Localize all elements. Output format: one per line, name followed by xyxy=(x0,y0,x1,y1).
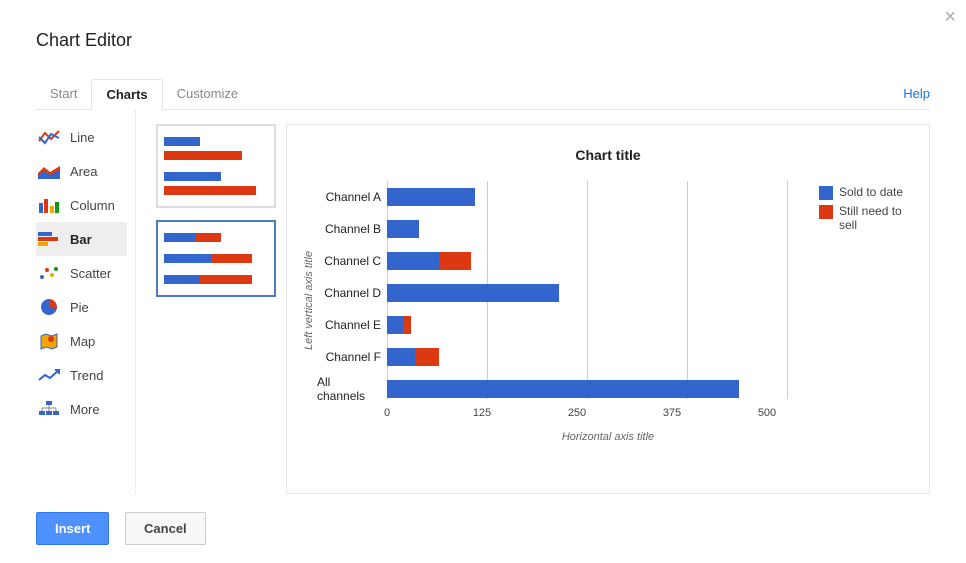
line-icon xyxy=(38,127,60,147)
bar-segment xyxy=(387,252,439,270)
chart-title: Chart title xyxy=(301,147,915,163)
category-label: All channels xyxy=(317,373,387,405)
dialog-title: Chart Editor xyxy=(36,30,930,51)
column-icon xyxy=(38,195,60,215)
sidebar-item-pie[interactable]: Pie xyxy=(36,290,127,324)
bar-row xyxy=(387,181,787,213)
sidebar-item-label: Map xyxy=(70,334,95,349)
sidebar-item-label: Line xyxy=(70,130,95,145)
category-label: Channel C xyxy=(317,245,387,277)
bar-row xyxy=(387,213,787,245)
bar-row xyxy=(387,309,787,341)
chart-legend: Sold to date Still need to sell xyxy=(819,185,919,236)
bar-segment xyxy=(387,220,419,238)
sidebar-item-label: More xyxy=(70,402,100,417)
bar-variant-stacked[interactable] xyxy=(156,220,276,297)
tab-customize[interactable]: Customize xyxy=(163,79,252,109)
category-label: Channel E xyxy=(317,309,387,341)
bar-segment xyxy=(387,348,415,366)
chart-type-sidebar: Line Area Column Bar Scatter Pie Map Tr xyxy=(36,110,136,494)
category-label: Channel A xyxy=(317,181,387,213)
bar-row xyxy=(387,373,787,405)
area-icon xyxy=(38,161,60,181)
bar-row xyxy=(387,341,787,373)
category-label: Channel D xyxy=(317,277,387,309)
legend-swatch-icon xyxy=(819,205,833,219)
x-tick-label: 375 xyxy=(652,407,692,419)
cancel-button[interactable]: Cancel xyxy=(125,512,206,545)
bar-segment xyxy=(403,316,411,334)
bar-segment xyxy=(387,380,739,398)
legend-item: Still need to sell xyxy=(819,204,919,232)
pie-icon xyxy=(38,297,60,317)
more-icon xyxy=(38,399,60,419)
y-axis-title: Left vertical axis title xyxy=(301,181,317,419)
sidebar-item-label: Column xyxy=(70,198,115,213)
bar-icon xyxy=(38,229,60,249)
category-label: Channel F xyxy=(317,341,387,373)
sidebar-item-label: Trend xyxy=(70,368,103,383)
chart-variant-thumbs xyxy=(136,110,286,494)
bar-segment xyxy=(415,348,439,366)
sidebar-item-area[interactable]: Area xyxy=(36,154,127,188)
y-axis-labels: Channel A Channel B Channel C Channel D … xyxy=(317,181,387,419)
tab-start[interactable]: Start xyxy=(36,79,91,109)
sidebar-item-more[interactable]: More xyxy=(36,392,127,426)
tab-bar: Start Charts Customize Help xyxy=(36,79,930,110)
x-tick-label: 500 xyxy=(747,407,787,419)
sidebar-item-map[interactable]: Map xyxy=(36,324,127,358)
help-link[interactable]: Help xyxy=(903,86,930,101)
sidebar-item-label: Area xyxy=(70,164,97,179)
bar-segment xyxy=(387,284,559,302)
bar-row xyxy=(387,245,787,277)
sidebar-item-column[interactable]: Column xyxy=(36,188,127,222)
sidebar-item-label: Scatter xyxy=(70,266,111,281)
legend-item: Sold to date xyxy=(819,185,919,200)
tab-charts[interactable]: Charts xyxy=(91,79,162,110)
scatter-icon xyxy=(38,263,60,283)
bar-row xyxy=(387,277,787,309)
gridline xyxy=(787,181,788,399)
sidebar-item-bar[interactable]: Bar xyxy=(36,222,127,256)
x-tick-label: 0 xyxy=(367,407,407,419)
plot-area: 0125250375500 xyxy=(387,181,787,419)
bar-segment xyxy=(387,316,403,334)
sidebar-item-label: Pie xyxy=(70,300,89,315)
x-tick-label: 250 xyxy=(557,407,597,419)
legend-label: Still need to sell xyxy=(839,204,919,232)
sidebar-item-trend[interactable]: Trend xyxy=(36,358,127,392)
close-icon[interactable]: × xyxy=(944,6,956,29)
x-axis-ticks: 0125250375500 xyxy=(387,407,787,419)
dialog-footer: Insert Cancel xyxy=(0,494,966,563)
trend-icon xyxy=(38,365,60,385)
legend-swatch-icon xyxy=(819,186,833,200)
sidebar-item-line[interactable]: Line xyxy=(36,120,127,154)
legend-label: Sold to date xyxy=(839,185,903,199)
insert-button[interactable]: Insert xyxy=(36,512,109,545)
sidebar-item-scatter[interactable]: Scatter xyxy=(36,256,127,290)
x-tick-label: 125 xyxy=(462,407,502,419)
category-label: Channel B xyxy=(317,213,387,245)
bar-segment xyxy=(439,252,471,270)
bar-segment xyxy=(387,188,475,206)
map-icon xyxy=(38,331,60,351)
x-axis-title: Horizontal axis title xyxy=(301,431,915,443)
sidebar-item-label: Bar xyxy=(70,232,92,247)
bar-variant-grouped[interactable] xyxy=(156,124,276,208)
chart-preview: Chart title Left vertical axis title Cha… xyxy=(286,124,930,494)
